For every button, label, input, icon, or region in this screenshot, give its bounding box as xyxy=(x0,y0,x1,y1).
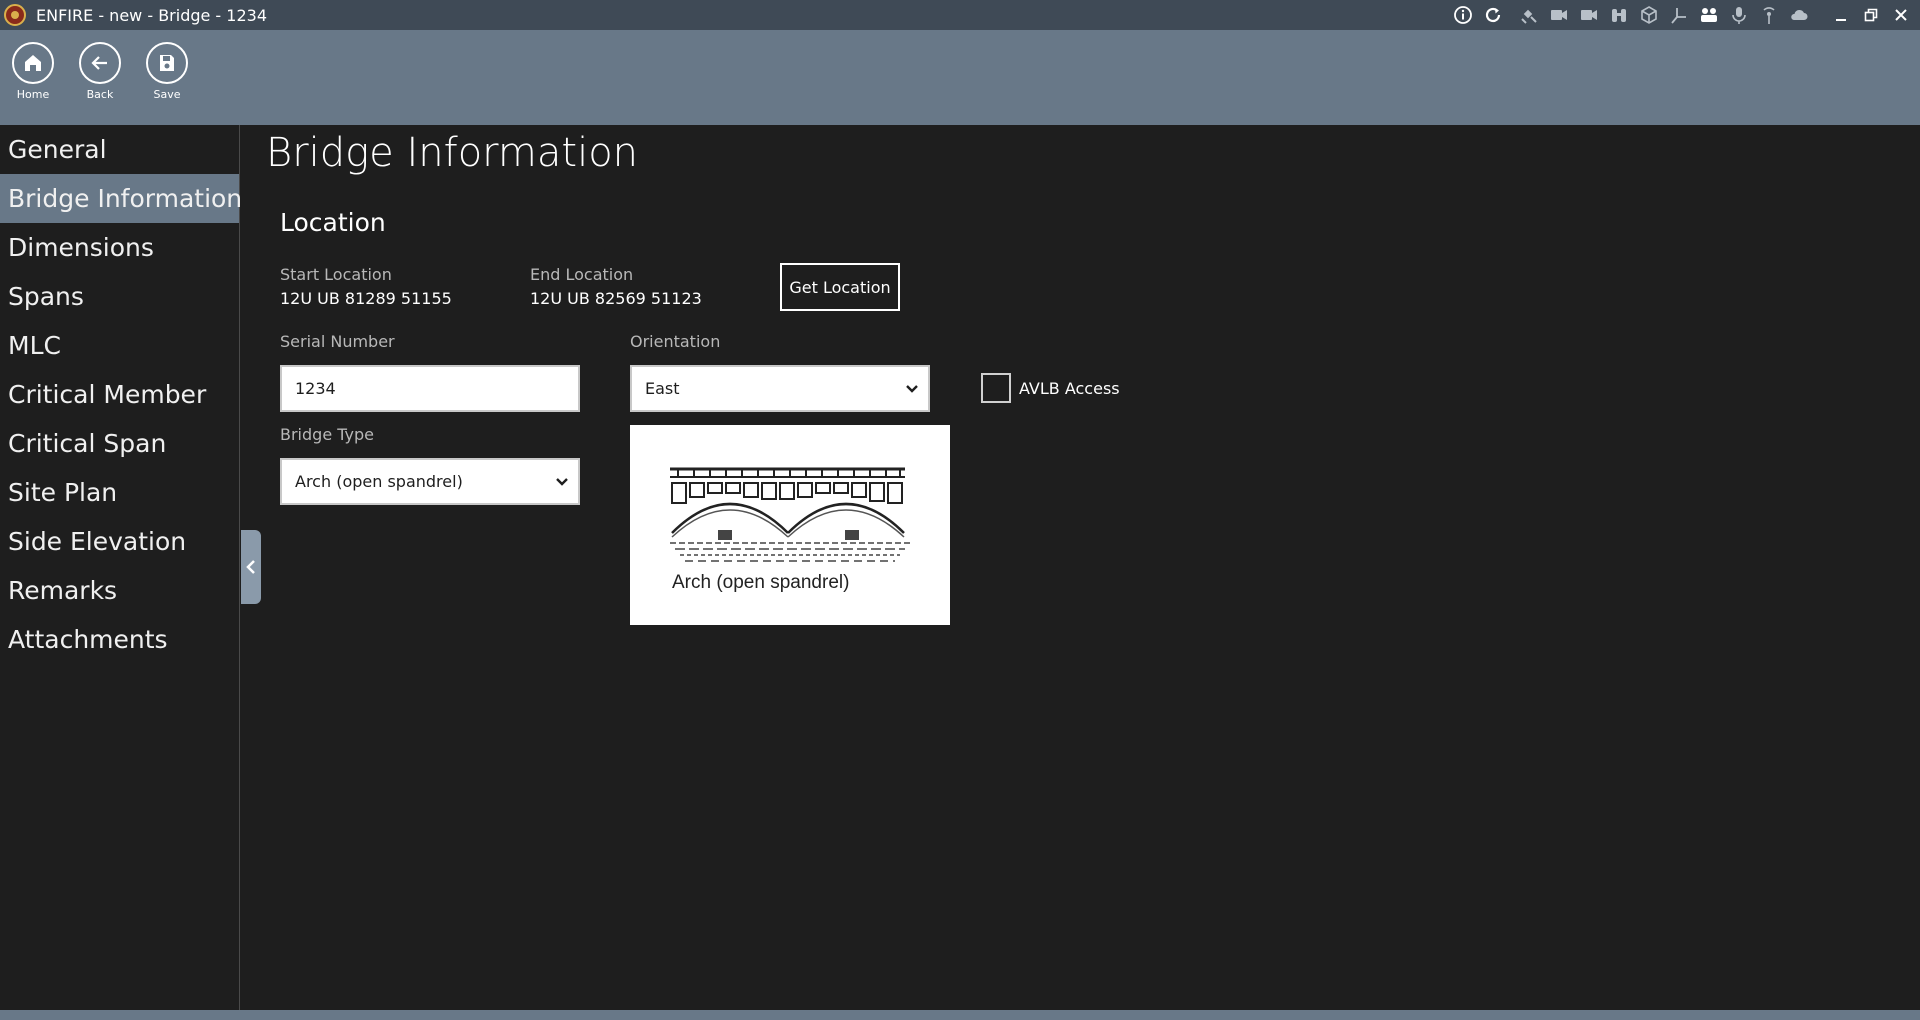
group-icon[interactable] xyxy=(1698,4,1720,26)
bridge-type-select[interactable]: Arch (open spandrel) xyxy=(280,458,580,505)
restore-icon[interactable] xyxy=(1858,4,1884,26)
info-icon[interactable] xyxy=(1452,4,1474,26)
page-title: Bridge Information xyxy=(266,130,639,176)
avlb-access-label: AVLB Access xyxy=(1019,379,1120,398)
video-camera-icon[interactable] xyxy=(1548,4,1570,26)
window-title: ENFIRE - new - Bridge - 1234 xyxy=(36,6,268,25)
tray-icons xyxy=(1448,0,1814,30)
orientation-value: East xyxy=(645,379,680,398)
bridge-type-label: Bridge Type xyxy=(280,425,374,444)
arch-bridge-drawing xyxy=(670,467,910,562)
binoculars-icon[interactable] xyxy=(1608,4,1630,26)
home-icon xyxy=(12,42,54,84)
sidebar: General Bridge Information Dimensions Sp… xyxy=(0,125,242,1010)
axis-icon[interactable] xyxy=(1668,4,1690,26)
sidebar-item-bridge-information[interactable]: Bridge Information xyxy=(0,174,242,223)
home-label: Home xyxy=(16,88,50,101)
end-location-value: 12U UB 82569 51123 xyxy=(530,289,702,308)
bridge-image-caption: Arch (open spandrel) xyxy=(672,572,850,593)
app-logo-icon xyxy=(4,4,26,26)
toolbar: Home Back Save xyxy=(0,30,1920,125)
sidebar-item-dimensions[interactable]: Dimensions xyxy=(0,223,239,272)
back-label: Back xyxy=(86,88,114,101)
save-button[interactable]: Save xyxy=(137,42,197,101)
cube-icon[interactable] xyxy=(1638,4,1660,26)
sidebar-item-mlc[interactable]: MLC xyxy=(0,321,239,370)
title-bar: ENFIRE - new - Bridge - 1234 xyxy=(0,0,1920,30)
status-bar xyxy=(0,1010,1920,1020)
home-button[interactable]: Home xyxy=(3,42,63,101)
sidebar-item-critical-span[interactable]: Critical Span xyxy=(0,419,239,468)
end-location-label: End Location xyxy=(530,265,634,284)
start-location-label: Start Location xyxy=(280,265,392,284)
orientation-select[interactable]: East xyxy=(630,365,930,412)
start-location-value: 12U UB 81289 51155 xyxy=(280,289,452,308)
minimize-icon[interactable] xyxy=(1828,4,1854,26)
bridge-type-value: Arch (open spandrel) xyxy=(295,472,463,491)
sidebar-item-spans[interactable]: Spans xyxy=(0,272,239,321)
refresh-icon[interactable] xyxy=(1482,4,1504,26)
back-arrow-icon xyxy=(79,42,121,84)
serial-number-input[interactable]: 1234 xyxy=(280,365,580,412)
satellite-icon[interactable] xyxy=(1518,4,1540,26)
location-section-title: Location xyxy=(280,208,386,237)
chevron-down-icon xyxy=(556,477,568,486)
serial-number-label: Serial Number xyxy=(280,332,395,351)
sidebar-item-site-plan[interactable]: Site Plan xyxy=(0,468,239,517)
sidebar-item-side-elevation[interactable]: Side Elevation xyxy=(0,517,239,566)
sidebar-item-general[interactable]: General xyxy=(0,125,239,174)
chevron-down-icon xyxy=(906,384,918,393)
window-controls xyxy=(1826,0,1916,30)
bridge-type-illustration: Arch (open spandrel) xyxy=(630,425,950,625)
sidebar-item-critical-member[interactable]: Critical Member xyxy=(0,370,239,419)
microphone-icon[interactable] xyxy=(1728,4,1750,26)
main-content: Bridge Information Location Start Locati… xyxy=(241,125,1920,1010)
save-label: Save xyxy=(153,88,181,101)
close-icon[interactable] xyxy=(1888,4,1914,26)
avlb-access-checkbox[interactable] xyxy=(981,373,1011,403)
back-button[interactable]: Back xyxy=(70,42,130,101)
sidebar-item-attachments[interactable]: Attachments xyxy=(0,615,239,664)
sidebar-item-remarks[interactable]: Remarks xyxy=(0,566,239,615)
orientation-label: Orientation xyxy=(630,332,721,351)
antenna-icon[interactable] xyxy=(1758,4,1780,26)
save-disk-icon xyxy=(146,42,188,84)
cloud-icon[interactable] xyxy=(1788,4,1810,26)
video-camera-alt-icon[interactable] xyxy=(1578,4,1600,26)
get-location-button[interactable]: Get Location xyxy=(780,263,900,311)
